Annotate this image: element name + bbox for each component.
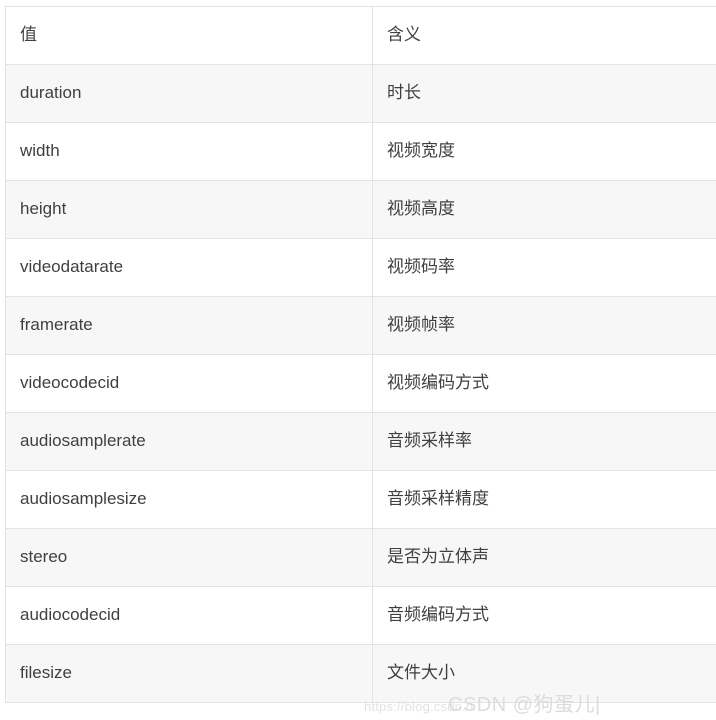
table-row: videocodecid 视频编码方式 xyxy=(5,354,716,413)
cell-value: stereo xyxy=(5,528,373,587)
table-row: width 视频宽度 xyxy=(5,122,716,181)
table-row: filesize 文件大小 xyxy=(5,644,716,703)
table-row: stereo 是否为立体声 xyxy=(5,528,716,587)
cell-value: videocodecid xyxy=(5,354,373,413)
metadata-table: 值 含义 duration 时长 width 视频宽度 height 视频高度 videod… xyxy=(5,6,716,703)
table-row: height 视频高度 xyxy=(5,180,716,239)
cell-value: videodatarate xyxy=(5,238,373,297)
cell-meaning: 时长 xyxy=(372,64,716,123)
cell-meaning: 音频编码方式 xyxy=(372,586,716,645)
cell-meaning: 视频宽度 xyxy=(372,122,716,181)
cell-meaning: 音频采样率 xyxy=(372,412,716,471)
document-root: 值 含义 duration 时长 width 视频宽度 height 视频高度 videod… xyxy=(0,0,716,720)
cell-value: filesize xyxy=(5,644,373,703)
cell-meaning: 是否为立体声 xyxy=(372,528,716,587)
metadata-table-container: 值 含义 duration 时长 width 视频宽度 height 视频高度 videod… xyxy=(5,6,716,703)
column-header-meaning: 含义 xyxy=(372,6,716,65)
cell-meaning: 视频帧率 xyxy=(372,296,716,355)
table-row: audiocodecid 音频编码方式 xyxy=(5,586,716,645)
cell-meaning: 视频编码方式 xyxy=(372,354,716,413)
table-row: duration 时长 xyxy=(5,64,716,123)
cell-value: audiosamplesize xyxy=(5,470,373,529)
cell-meaning: 视频高度 xyxy=(372,180,716,239)
table-row: audiosamplesize 音频采样精度 xyxy=(5,470,716,529)
cell-meaning: 音频采样精度 xyxy=(372,470,716,529)
table-header: 值 含义 xyxy=(5,6,716,65)
cell-value: framerate xyxy=(5,296,373,355)
table-row: framerate 视频帧率 xyxy=(5,296,716,355)
cell-value: audiosamplerate xyxy=(5,412,373,471)
cell-value: height xyxy=(5,180,373,239)
cell-value: duration xyxy=(5,64,373,123)
table-body: duration 时长 width 视频宽度 height 视频高度 videodatara… xyxy=(5,64,716,703)
table-row: audiosamplerate 音频采样率 xyxy=(5,412,716,471)
cell-meaning: 视频码率 xyxy=(372,238,716,297)
cell-value: audiocodecid xyxy=(5,586,373,645)
cell-value: width xyxy=(5,122,373,181)
cell-meaning: 文件大小 xyxy=(372,644,716,703)
table-header-row: 值 含义 xyxy=(5,6,716,65)
column-header-value: 值 xyxy=(5,6,373,65)
table-row: videodatarate 视频码率 xyxy=(5,238,716,297)
